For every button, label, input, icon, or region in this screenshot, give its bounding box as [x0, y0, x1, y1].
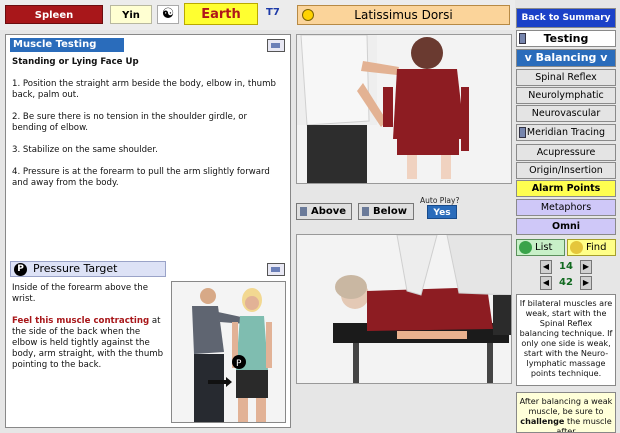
test-step: 1. Position the straight arm beside the … — [12, 79, 276, 100]
item-marker-icon — [519, 127, 526, 138]
test-step: 2. Be sure there is no tension in the sh… — [12, 112, 248, 133]
sidebar-item-acupressure[interactable]: Acupressure — [516, 144, 616, 161]
balancing-header[interactable]: v Balancing v — [516, 49, 616, 67]
sidebar-item-neurovascular[interactable]: Neurovascular — [516, 105, 616, 122]
back-to-summary-button[interactable]: Back to Summary — [516, 8, 616, 28]
page-total: 42 — [559, 277, 573, 288]
first-arrow-icon[interactable]: ◀ — [540, 276, 552, 290]
find-button[interactable]: Find — [567, 239, 616, 256]
sidebar-item-omni[interactable]: Omni — [516, 218, 616, 235]
find-icon — [570, 241, 583, 254]
test-step: 3. Stabilize on the same shoulder. — [12, 145, 158, 155]
pager-current: ◀ 14 ▶ — [540, 260, 592, 274]
testing-instructions: Standing or Lying Face Up 1. Position th… — [12, 57, 284, 200]
pressure-target-photo: P — [171, 281, 286, 423]
above-label: Above — [311, 206, 347, 217]
list-icon — [519, 241, 532, 254]
list-label: List — [535, 242, 553, 253]
picture-icon[interactable] — [267, 39, 285, 52]
feel-title: Feel this muscle contracting — [12, 316, 150, 326]
polarity-button[interactable]: Yin — [110, 5, 152, 24]
picture-icon[interactable] — [267, 263, 285, 276]
below-label: Below — [373, 206, 407, 217]
challenge-note-bold: challenge — [520, 416, 565, 426]
pager-total: ◀ 42 ▶ — [540, 276, 592, 290]
sidebar-item-metaphors[interactable]: Metaphors — [516, 199, 616, 216]
testing-photo — [296, 34, 512, 184]
pressure-description: Inside of the forearm above the wrist. F… — [12, 283, 166, 371]
app-window: Spleen Yin ☯ Earth T7 Latissimus Dorsi M… — [0, 0, 620, 433]
status-dot-icon — [302, 9, 314, 21]
sidebar-item-meridian-tracing[interactable]: Meridian Tracing — [516, 124, 616, 141]
sidebar-item-spinal-reflex[interactable]: Spinal Reflex — [516, 69, 616, 86]
tab-marker-icon — [519, 33, 526, 44]
list-button[interactable]: List — [516, 239, 565, 256]
test-step: 4. Pressure is at the forearm to pull th… — [12, 167, 270, 188]
muscle-name: Latissimus Dorsi — [354, 8, 453, 22]
autoplay-toggle[interactable]: Yes — [427, 205, 457, 219]
challenge-note-post: the muscle after — [556, 416, 612, 433]
top-bar: Spleen Yin ☯ Earth T7 Latissimus Dorsi — [0, 0, 515, 30]
challenge-note: After balancing a weak muscle, be sure t… — [516, 392, 616, 433]
autoplay-label: Auto Play? — [420, 196, 460, 205]
tab-testing[interactable]: Testing — [516, 30, 616, 47]
pressure-location: Inside of the forearm above the wrist. — [12, 283, 149, 304]
page-current: 14 — [559, 261, 573, 272]
find-label: Find — [586, 242, 607, 253]
above-button[interactable]: Above — [296, 203, 352, 220]
svg-text:P: P — [236, 359, 242, 369]
section-heading-pressure: P Pressure Target — [10, 261, 166, 277]
sidebar-item-neurolymphatic[interactable]: Neurolymphatic — [516, 87, 616, 104]
instructions-panel: Muscle Testing Standing or Lying Face Up… — [5, 34, 291, 428]
meridian-button[interactable]: Spleen — [5, 5, 103, 24]
sidebar-item-label: Meridian Tracing — [526, 127, 606, 138]
below-arrow-icon — [362, 207, 369, 216]
tab-testing-label: Testing — [543, 32, 589, 45]
prev-arrow-icon[interactable]: ◀ — [540, 260, 552, 274]
above-arrow-icon — [300, 207, 307, 216]
test-position: Standing or Lying Face Up — [12, 57, 139, 67]
element-button[interactable]: Earth — [184, 3, 258, 25]
below-button[interactable]: Below — [358, 203, 414, 220]
yin-yang-icon: ☯ — [157, 5, 179, 24]
sidebar-item-origin-insertion[interactable]: Origin/Insertion — [516, 162, 616, 179]
pressure-heading-label: Pressure Target — [33, 262, 118, 275]
challenge-note-pre: After balancing a weak muscle, be sure t… — [519, 396, 613, 416]
last-arrow-icon[interactable]: ▶ — [580, 276, 592, 290]
muscle-title: Latissimus Dorsi — [297, 5, 510, 25]
muscle-code: T7 — [266, 7, 280, 18]
sidebar-item-alarm-points[interactable]: Alarm Points — [516, 180, 616, 197]
bilateral-note: If bilateral muscles are weak, start wit… — [516, 294, 616, 386]
section-heading-testing: Muscle Testing — [10, 38, 124, 52]
balancing-photo — [296, 234, 512, 384]
pressure-badge-icon: P — [14, 263, 27, 276]
next-arrow-icon[interactable]: ▶ — [580, 260, 592, 274]
